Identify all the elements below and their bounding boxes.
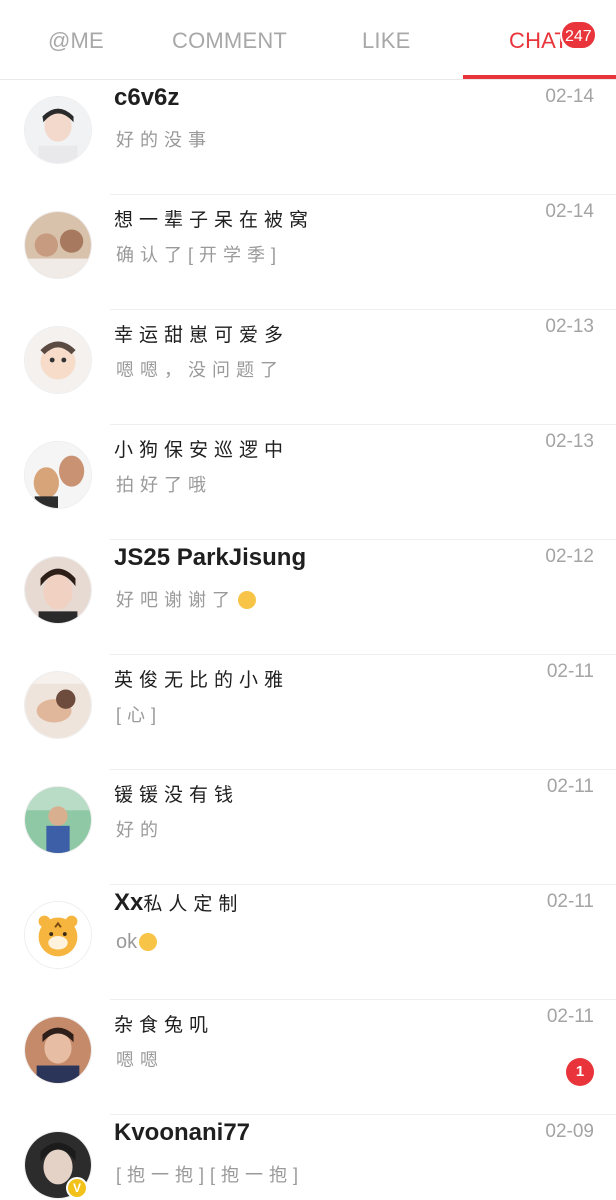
active-tab-indicator (463, 75, 616, 79)
message-preview: 好的没事 (116, 130, 212, 150)
message-text: 好吧谢谢了 (116, 590, 236, 610)
avatar[interactable] (24, 211, 92, 279)
message-time: 02-11 (546, 1006, 594, 1027)
list-item[interactable]: 锾锾没有钱 好的 02-11 (0, 770, 616, 885)
message-time: 02-14 (545, 86, 594, 107)
list-item[interactable]: 想一辈子呆在被窝 确认了[开学季] 02-14 (0, 195, 616, 310)
contact-name: Xx私人定制 (114, 889, 243, 917)
list-item[interactable]: V Kvoonani77 [抱一抱][抱一抱] 02-09 (0, 1115, 616, 1200)
avatar[interactable] (24, 786, 92, 854)
list-item[interactable]: 杂食兔叽 嗯嗯 02-11 1 (0, 1000, 616, 1115)
ok-hand-emoji-icon (139, 933, 158, 951)
message-preview: 好吧谢谢了 (116, 586, 256, 612)
message-preview: 嗯嗯 (116, 1050, 164, 1070)
message-text: ok (116, 931, 138, 953)
tab-bar: @ME COMMENT LIKE CHAT 247 (0, 0, 616, 80)
list-item[interactable]: 英俊无比的小雅 [心] 02-11 (0, 655, 616, 770)
list-item[interactable]: 幸运甜崽可爱多 嗯嗯，没问题了 02-13 (0, 310, 616, 425)
message-preview: 嗯嗯，没问题了 (116, 360, 284, 380)
contact-name: JS25 ParkJisung (114, 544, 307, 571)
avatar[interactable] (24, 441, 92, 509)
avatar[interactable] (24, 326, 92, 394)
message-time: 02-09 (545, 1121, 594, 1142)
verified-badge-icon: V (66, 1177, 88, 1199)
contact-name-cn: 私人定制 (143, 894, 244, 915)
message-time: 02-12 (545, 546, 594, 567)
contact-name: 幸运甜崽可爱多 (114, 325, 290, 346)
crying-emoji-icon (238, 591, 256, 609)
avatar[interactable] (24, 96, 92, 164)
contact-name: 杂食兔叽 (114, 1015, 215, 1036)
list-item[interactable]: JS25 ParkJisung 好吧谢谢了 02-12 (0, 540, 616, 655)
message-time: 02-13 (545, 431, 594, 452)
contact-name: 小狗保安巡逻中 (114, 440, 290, 461)
message-preview: ok (116, 931, 158, 954)
message-time: 02-13 (545, 316, 594, 337)
contact-name: 想一辈子呆在被窝 (114, 210, 315, 231)
avatar[interactable] (24, 671, 92, 739)
contact-name: 英俊无比的小雅 (114, 670, 290, 691)
tab-me[interactable]: @ME (48, 28, 104, 54)
tab-comment[interactable]: COMMENT (172, 28, 287, 54)
message-preview: [抱一抱][抱一抱] (116, 1165, 305, 1185)
list-item[interactable]: 小狗保安巡逻中 拍好了哦 02-13 (0, 425, 616, 540)
unread-badge: 1 (566, 1058, 594, 1086)
message-time: 02-11 (546, 891, 594, 912)
message-preview: 确认了[开学季] (116, 245, 283, 265)
message-preview: 拍好了哦 (116, 475, 212, 495)
avatar[interactable] (24, 1016, 92, 1084)
message-preview: 好的 (116, 820, 164, 840)
contact-name: 锾锾没有钱 (114, 785, 240, 806)
message-time: 02-14 (545, 201, 594, 222)
chat-unread-badge: 247 (560, 20, 597, 50)
contact-name-latin: Xx (114, 889, 144, 916)
list-item[interactable]: Xx私人定制 ok 02-11 (0, 885, 616, 1000)
message-time: 02-11 (546, 776, 594, 797)
list-item[interactable]: c6v6z 好的没事 02-14 (0, 80, 616, 195)
message-preview: [心] (116, 705, 163, 725)
contact-name: Kvoonani77 (114, 1119, 251, 1146)
avatar[interactable] (24, 556, 92, 624)
message-time: 02-11 (546, 661, 594, 682)
contact-name: c6v6z (114, 84, 180, 111)
tab-like[interactable]: LIKE (362, 28, 411, 54)
avatar[interactable] (24, 901, 92, 969)
